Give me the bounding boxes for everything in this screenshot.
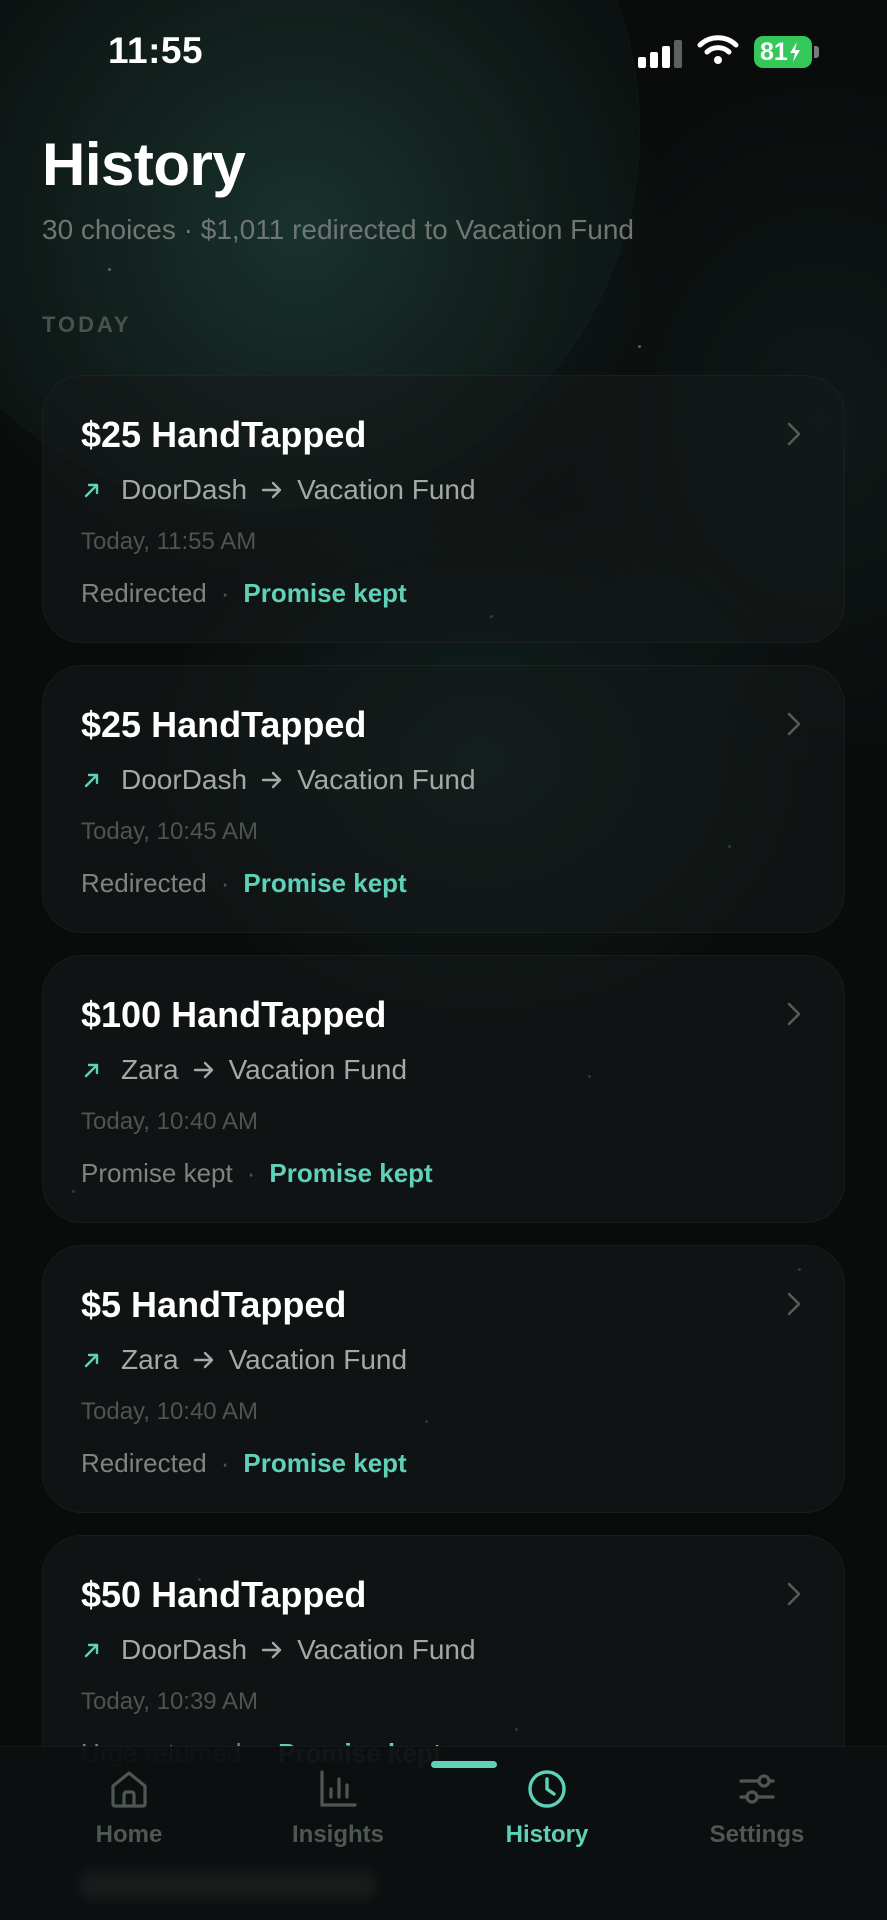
entry-timestamp: Today, 10:40 AM — [81, 1108, 258, 1135]
entry-title: $100 HandTapped — [81, 994, 387, 1035]
arrow-right-icon — [261, 481, 282, 499]
page-title: History — [42, 131, 246, 198]
tab-insights[interactable]: Insights — [258, 1767, 418, 1867]
status-time: 11:55 — [108, 30, 204, 71]
arrow-right-icon — [261, 1641, 282, 1659]
history-entry-card[interactable]: $25 HandTapped DoorDash Vacation Fund To… — [42, 665, 845, 933]
tab-settings[interactable]: Settings — [677, 1767, 837, 1867]
entry-timestamp: Today, 10:39 AM — [81, 1688, 258, 1715]
entry-status-row: Redirected · Promise kept — [81, 578, 407, 609]
arrow-up-right-icon — [84, 1353, 99, 1368]
entry-timestamp: Today, 10:45 AM — [81, 818, 258, 845]
entry-status: Promise kept — [81, 1158, 233, 1188]
entry-status-row: Redirected · Promise kept — [81, 868, 407, 899]
clock-icon — [528, 1770, 566, 1808]
home-indicator — [78, 1870, 378, 1900]
arrow-right-icon — [261, 771, 282, 789]
entry-destination: Vacation Fund — [228, 1344, 408, 1375]
entry-destination: Vacation Fund — [297, 1634, 476, 1665]
decorative-dot — [108, 268, 111, 271]
entry-status: Redirected — [81, 578, 207, 608]
history-entry-card[interactable]: $25 HandTapped DoorDash Vacation Fund To… — [42, 375, 845, 643]
arrow-up-right-icon — [84, 1643, 99, 1658]
sliders-icon — [739, 1774, 775, 1804]
entry-title: $25 HandTapped — [81, 704, 367, 745]
home-icon — [111, 1771, 147, 1808]
entry-timestamp: Today, 11:55 AM — [81, 528, 257, 555]
entry-source: Zara — [121, 1054, 179, 1085]
chevron-right-icon — [787, 1582, 801, 1606]
tab-home[interactable]: Home — [49, 1767, 209, 1867]
cellular-signal-icon — [638, 38, 684, 68]
tab-label: Insights — [291, 1821, 384, 1848]
chevron-right-icon — [787, 1002, 801, 1026]
entry-title: $50 HandTapped — [81, 1574, 367, 1615]
entry-timestamp: Today, 10:40 AM — [81, 1398, 258, 1425]
entry-title: $25 HandTapped — [81, 414, 367, 455]
entry-route: DoorDash Vacation Fund — [81, 764, 476, 796]
history-entry-card[interactable]: $100 HandTapped Zara Vacation Fund Today… — [42, 955, 845, 1223]
arrow-up-right-icon — [84, 483, 99, 498]
tab-history[interactable]: History — [467, 1767, 627, 1867]
entry-route: Zara Vacation Fund — [81, 1054, 407, 1086]
entry-outcome: Promise kept — [243, 868, 407, 898]
status-bar: 11:55 81 — [0, 0, 887, 110]
entry-status: Redirected — [81, 1448, 207, 1478]
wifi-icon — [697, 35, 739, 64]
entry-source: Zara — [121, 1344, 179, 1375]
status-separator: · — [220, 1448, 230, 1478]
arrow-right-icon — [193, 1351, 213, 1369]
arrow-up-right-icon — [84, 773, 99, 788]
entry-title: $5 HandTapped — [81, 1284, 347, 1325]
section-label-today: TODAY — [42, 312, 132, 337]
page-subtitle: 30 choices · $1,011 redirected to Vacati… — [42, 214, 634, 245]
entry-status-row: Redirected · Promise kept — [81, 1448, 407, 1479]
decorative-dot — [638, 345, 641, 348]
battery-level: 81 — [760, 37, 788, 66]
entry-destination: Vacation Fund — [297, 474, 476, 505]
battery-charging-icon: 81 — [754, 36, 820, 68]
history-entry-card[interactable]: $5 HandTapped Zara Vacation Fund Today, … — [42, 1245, 845, 1513]
entry-source: DoorDash — [121, 1634, 248, 1665]
entry-route: DoorDash Vacation Fund — [81, 1634, 476, 1666]
arrow-right-icon — [193, 1061, 213, 1079]
bar-chart-icon — [320, 1770, 357, 1807]
entry-status-row: Promise kept · Promise kept — [81, 1158, 433, 1189]
lightning-icon — [789, 42, 800, 62]
entry-outcome: Promise kept — [243, 578, 407, 608]
chevron-right-icon — [787, 1292, 801, 1316]
tab-label: Home — [95, 1821, 163, 1848]
tab-label: Settings — [709, 1821, 805, 1848]
chevron-right-icon — [787, 422, 801, 446]
entry-route: Zara Vacation Fund — [81, 1344, 407, 1376]
status-separator: · — [220, 578, 230, 608]
chevron-right-icon — [787, 712, 801, 736]
entry-outcome: Promise kept — [269, 1158, 433, 1188]
entry-destination: Vacation Fund — [228, 1054, 408, 1085]
status-separator: · — [246, 1158, 256, 1188]
status-separator: · — [220, 868, 230, 898]
entry-outcome: Promise kept — [243, 1448, 407, 1478]
entry-status: Redirected — [81, 868, 207, 898]
arrow-up-right-icon — [84, 1063, 99, 1078]
entry-destination: Vacation Fund — [297, 764, 476, 795]
entry-route: DoorDash Vacation Fund — [81, 474, 476, 506]
entry-source: DoorDash — [121, 764, 248, 795]
tab-label: History — [505, 1821, 589, 1848]
entry-source: DoorDash — [121, 474, 248, 505]
